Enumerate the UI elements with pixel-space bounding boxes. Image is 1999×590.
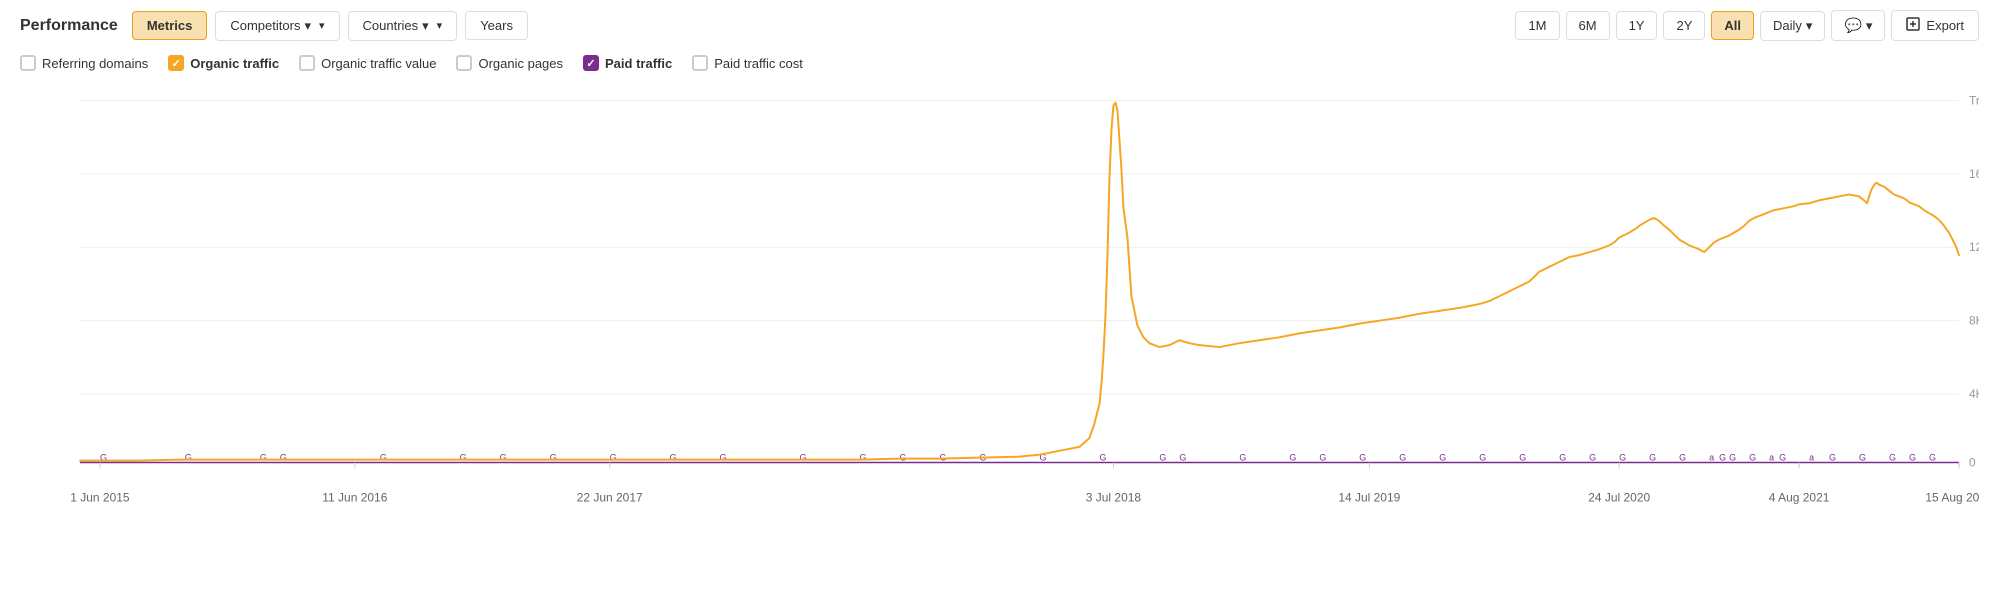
y-label-0: 0 bbox=[1969, 456, 1976, 470]
svg-text:a: a bbox=[1709, 453, 1714, 463]
range-1m-button[interactable]: 1M bbox=[1515, 11, 1559, 40]
metric-organic-traffic[interactable]: ✓ Organic traffic bbox=[168, 55, 279, 71]
range-2y-button[interactable]: 2Y bbox=[1663, 11, 1705, 40]
svg-text:G: G bbox=[1319, 453, 1326, 463]
svg-text:G: G bbox=[460, 453, 467, 463]
x-label-2015: 1 Jun 2015 bbox=[70, 491, 130, 505]
paid-traffic-checkbox[interactable]: ✓ bbox=[583, 55, 599, 71]
page-title: Performance bbox=[20, 17, 118, 35]
countries-dropdown[interactable]: Countries ▾ bbox=[348, 11, 458, 41]
paid-traffic-cost-label: Paid traffic cost bbox=[714, 56, 803, 71]
chevron-down-icon: ▾ bbox=[422, 18, 429, 34]
x-label-2018: 3 Jul 2018 bbox=[1086, 491, 1142, 505]
svg-text:G: G bbox=[1779, 453, 1786, 463]
chevron-down-icon: ▾ bbox=[1806, 18, 1813, 34]
x-label-2020: 24 Jul 2020 bbox=[1588, 491, 1650, 505]
svg-text:G: G bbox=[1619, 453, 1626, 463]
svg-text:G: G bbox=[1559, 453, 1566, 463]
svg-text:G: G bbox=[1439, 453, 1446, 463]
paid-traffic-cost-checkbox[interactable] bbox=[692, 55, 708, 71]
svg-text:G: G bbox=[1719, 453, 1726, 463]
metric-paid-traffic-cost[interactable]: Paid traffic cost bbox=[692, 55, 803, 71]
y-label-traffic: Traffic bbox=[1969, 94, 1979, 108]
x-label-2019: 14 Jul 2019 bbox=[1338, 491, 1400, 505]
chevron-down-icon: ▾ bbox=[1866, 18, 1873, 34]
svg-text:G: G bbox=[1399, 453, 1406, 463]
x-label-2016: 11 Jun 2016 bbox=[322, 491, 388, 505]
range-all-button[interactable]: All bbox=[1711, 11, 1754, 40]
svg-text:G: G bbox=[610, 453, 617, 463]
svg-text:G: G bbox=[1929, 453, 1936, 463]
comment-button[interactable]: 💬 ▾ bbox=[1831, 10, 1885, 41]
y-label-12k: 12K bbox=[1969, 240, 1979, 254]
metric-paid-traffic[interactable]: ✓ Paid traffic bbox=[583, 55, 672, 71]
range-6m-button[interactable]: 6M bbox=[1566, 11, 1610, 40]
svg-text:G: G bbox=[500, 453, 507, 463]
svg-text:G: G bbox=[1289, 453, 1296, 463]
svg-text:G: G bbox=[1519, 453, 1526, 463]
svg-text:G: G bbox=[185, 453, 192, 463]
svg-text:G: G bbox=[900, 453, 907, 463]
svg-text:G: G bbox=[550, 453, 557, 463]
organic-traffic-line bbox=[80, 103, 1959, 461]
svg-text:G: G bbox=[1749, 453, 1756, 463]
svg-text:G: G bbox=[1239, 453, 1246, 463]
paid-traffic-label: Paid traffic bbox=[605, 56, 672, 71]
svg-text:G: G bbox=[1679, 453, 1686, 463]
svg-text:G: G bbox=[860, 453, 867, 463]
svg-text:G: G bbox=[1359, 453, 1366, 463]
metric-referring-domains[interactable]: Referring domains bbox=[20, 55, 148, 71]
svg-text:G: G bbox=[1479, 453, 1486, 463]
referring-domains-label: Referring domains bbox=[42, 56, 148, 71]
svg-text:G: G bbox=[260, 453, 267, 463]
x-label-2021: 4 Aug 2021 bbox=[1769, 491, 1830, 505]
svg-text:G: G bbox=[380, 453, 387, 463]
organic-traffic-label: Organic traffic bbox=[190, 56, 279, 71]
daily-dropdown[interactable]: Daily ▾ bbox=[1760, 11, 1825, 41]
y-label-4k: 4K bbox=[1969, 387, 1979, 401]
x-label-2017: 22 Jun 2017 bbox=[577, 491, 643, 505]
svg-text:G: G bbox=[1909, 453, 1916, 463]
organic-pages-label: Organic pages bbox=[478, 56, 563, 71]
competitors-dropdown[interactable]: Competitors ▾ bbox=[215, 11, 339, 41]
organic-traffic-checkbox[interactable]: ✓ bbox=[168, 55, 184, 71]
metrics-button[interactable]: Metrics bbox=[132, 11, 208, 40]
range-1y-button[interactable]: 1Y bbox=[1616, 11, 1658, 40]
svg-text:G: G bbox=[1859, 453, 1866, 463]
svg-text:G: G bbox=[1729, 453, 1736, 463]
svg-text:G: G bbox=[1829, 453, 1836, 463]
export-icon bbox=[1906, 17, 1920, 34]
export-button[interactable]: Export bbox=[1891, 10, 1979, 41]
comment-icon: 💬 bbox=[1844, 17, 1861, 34]
metric-organic-traffic-value[interactable]: Organic traffic value bbox=[299, 55, 436, 71]
organic-traffic-value-label: Organic traffic value bbox=[321, 56, 436, 71]
svg-text:G: G bbox=[1589, 453, 1596, 463]
svg-text:G: G bbox=[1159, 453, 1166, 463]
y-label-8k: 8K bbox=[1969, 314, 1979, 328]
x-label-2022: 15 Aug 2022 bbox=[1925, 491, 1979, 505]
organic-traffic-value-checkbox[interactable] bbox=[299, 55, 315, 71]
svg-text:G: G bbox=[670, 453, 677, 463]
referring-domains-checkbox[interactable] bbox=[20, 55, 36, 71]
svg-text:G: G bbox=[1649, 453, 1656, 463]
years-button[interactable]: Years bbox=[465, 11, 528, 40]
svg-text:a: a bbox=[1809, 453, 1814, 463]
svg-text:G: G bbox=[720, 453, 727, 463]
svg-text:G: G bbox=[800, 453, 807, 463]
svg-text:a: a bbox=[1769, 453, 1774, 463]
svg-text:G: G bbox=[1889, 453, 1896, 463]
metric-organic-pages[interactable]: Organic pages bbox=[456, 55, 563, 71]
svg-text:G: G bbox=[1099, 453, 1106, 463]
chart-area: Traffic 16K 12K 8K 4K 0 G G G G G G G G … bbox=[20, 81, 1979, 531]
y-label-16k: 16K bbox=[1969, 167, 1979, 181]
organic-pages-checkbox[interactable] bbox=[456, 55, 472, 71]
chevron-down-icon: ▾ bbox=[304, 18, 311, 34]
svg-text:G: G bbox=[280, 453, 287, 463]
svg-text:G: G bbox=[1179, 453, 1186, 463]
